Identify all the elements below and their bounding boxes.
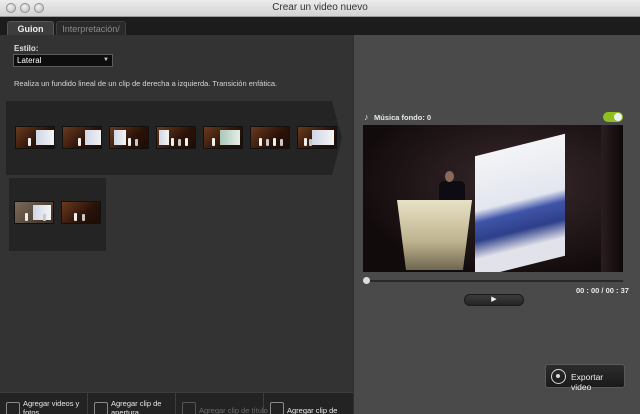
clip-thumbnail[interactable] — [15, 126, 55, 149]
clip-thumbnail[interactable] — [297, 126, 337, 149]
clip-thumbnail[interactable] — [109, 126, 149, 149]
toggle-knob — [614, 113, 622, 121]
clip-thumbnail[interactable] — [62, 126, 102, 149]
add-title-clip-button[interactable]: Agregar clip de título — [176, 393, 268, 414]
clip-toolbar: Agregar videos y fotos Agregar clip de a… — [0, 392, 353, 414]
timecode: 00 : 00 / 00 : 37 — [576, 286, 629, 295]
export-icon — [551, 369, 566, 384]
title-clip-icon — [182, 402, 196, 414]
add-opening-clip-button[interactable]: Agregar clip de apertura — [88, 393, 176, 414]
add-closing-clip-button[interactable]: Agregar clip de cierre — [264, 393, 353, 414]
window-title: Crear un video nuevo — [272, 2, 368, 13]
add-closing-label: Agregar clip de cierre — [287, 406, 338, 414]
style-description: Realiza un fundido lineal de un clip de … — [14, 79, 278, 88]
music-toggle[interactable] — [603, 112, 623, 122]
play-icon: ▶ — [491, 296, 497, 303]
add-title-label: Agregar clip de título — [199, 406, 268, 414]
clip-thumbnail[interactable] — [14, 201, 54, 224]
podium-figure — [397, 200, 472, 270]
music-note-icon: ♪ — [364, 112, 369, 122]
clip-thumbnail[interactable] — [203, 126, 243, 149]
tab-interpretacion[interactable]: Interpretación/ — [56, 21, 126, 35]
style-dropdown[interactable]: Lateral ▼ — [13, 54, 113, 67]
clip-strip-row-2 — [9, 178, 106, 251]
add-media-button[interactable]: Agregar videos y fotos — [0, 393, 88, 414]
chevron-down-icon: ▼ — [103, 57, 109, 63]
clip-thumbnail[interactable] — [250, 126, 290, 149]
title-bar: Crear un video nuevo — [0, 0, 640, 17]
playback-progress-bar[interactable] — [365, 280, 623, 282]
opening-clip-icon — [94, 402, 108, 414]
clip-strip-row-1 — [6, 101, 342, 175]
style-label: Estilo: — [14, 44, 39, 53]
stage-backdrop-image — [475, 133, 565, 272]
play-button[interactable]: ▶ — [464, 294, 524, 306]
tab-bar: Guion Interpretación/ — [0, 17, 640, 35]
add-opening-label: Agregar clip de apertura — [111, 399, 162, 414]
tab-guion[interactable]: Guion — [7, 21, 54, 35]
clip-thumbnail[interactable] — [61, 201, 101, 224]
music-label: Música fondo: 0 — [374, 113, 432, 122]
app-window: Crear un video nuevo Guion Interpretació… — [0, 0, 640, 414]
clip-thumbnail[interactable] — [156, 126, 196, 149]
scrubber-handle[interactable] — [363, 277, 370, 284]
script-panel: Estilo: Lateral ▼ Realiza un fundido lin… — [0, 35, 353, 414]
add-media-icon — [6, 402, 20, 414]
add-media-label: Agregar videos y fotos — [23, 399, 80, 414]
export-video-button[interactable]: Exportar video — [545, 364, 625, 392]
closing-clip-icon — [270, 402, 284, 414]
style-selected-value: Lateral — [17, 56, 42, 65]
video-preview[interactable] — [363, 125, 623, 272]
export-label: Exportar video — [571, 372, 604, 392]
preview-panel: ♪ Música fondo: 0 00 : 00 / 00 : 37 ▶ Ex… — [354, 35, 640, 414]
